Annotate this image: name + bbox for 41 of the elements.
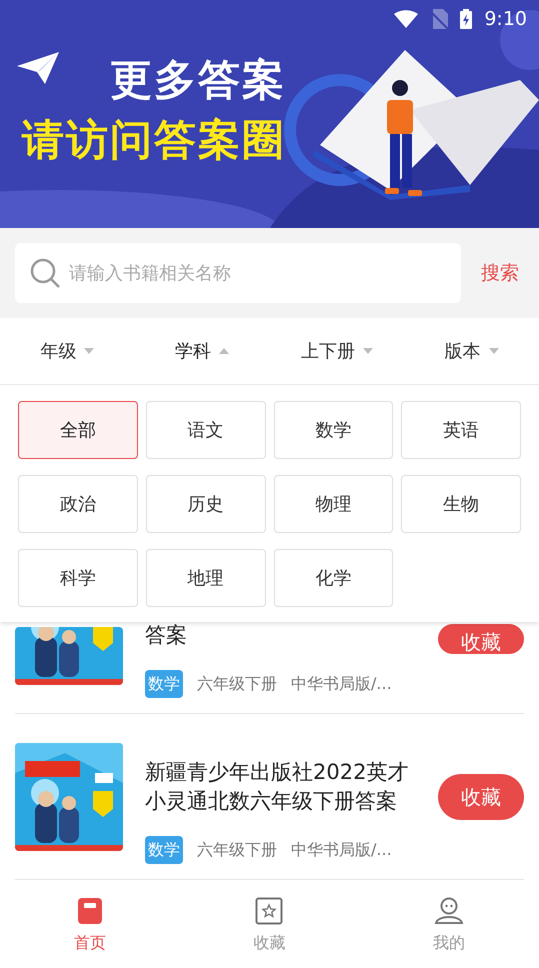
subject-option[interactable]: 全部 <box>18 401 138 459</box>
person-icon <box>434 897 464 925</box>
subject-option[interactable]: 政治 <box>18 475 138 533</box>
subject-option[interactable]: 英语 <box>401 401 521 459</box>
caret-icon <box>84 348 94 354</box>
edition-label: 中华书局版/... <box>291 673 392 695</box>
subject-option[interactable]: 语文 <box>146 401 266 459</box>
grade-label: 六年级下册 <box>197 673 277 695</box>
filter-tab[interactable]: 上下册 <box>270 318 404 384</box>
book-title[interactable]: 新疆青少年出版社2022英才小灵通北数六年级下册答案 <box>145 758 413 816</box>
clock: 9:10 <box>484 6 527 32</box>
subject-option[interactable]: 科学 <box>18 549 138 607</box>
subject-option[interactable]: 历史 <box>146 475 266 533</box>
book-title[interactable]: 答案 <box>145 624 413 650</box>
banner-headline: 更多答案 <box>110 54 286 106</box>
search-field[interactable]: 请输入书籍相关名称 <box>15 243 461 303</box>
subject-tag: 数学 <box>145 670 183 698</box>
subject-tag: 数学 <box>145 836 183 864</box>
favorite-button[interactable]: 收藏 <box>438 624 524 654</box>
subject-option[interactable]: 地理 <box>146 549 266 607</box>
search-icon <box>29 257 61 289</box>
grade-label: 六年级下册 <box>197 839 277 861</box>
subject-option[interactable]: 生物 <box>401 475 521 533</box>
wifi-icon <box>394 10 418 28</box>
banner-subheadline: 请访问答案圈 <box>22 114 286 166</box>
subject-option[interactable]: 物理 <box>274 475 394 533</box>
filter-tab[interactable]: 年级 <box>0 318 135 384</box>
caret-icon <box>362 348 373 354</box>
no-sim-icon <box>430 9 448 29</box>
subject-option[interactable]: 数学 <box>274 401 394 459</box>
paper-plane-icon <box>17 52 59 84</box>
caret-icon <box>219 348 230 354</box>
favorite-button[interactable]: 收藏 <box>438 774 524 820</box>
notebook-icon <box>76 897 103 925</box>
subject-option[interactable]: 化学 <box>274 549 394 607</box>
filter-tab[interactable]: 学科 <box>134 318 270 384</box>
battery-icon <box>460 9 472 29</box>
filter-tab[interactable]: 版本 <box>404 318 539 384</box>
edition-label: 中华书局版/... <box>291 839 392 861</box>
tab-bar-item[interactable]: 首页 <box>0 884 180 968</box>
caret-icon <box>488 348 499 354</box>
